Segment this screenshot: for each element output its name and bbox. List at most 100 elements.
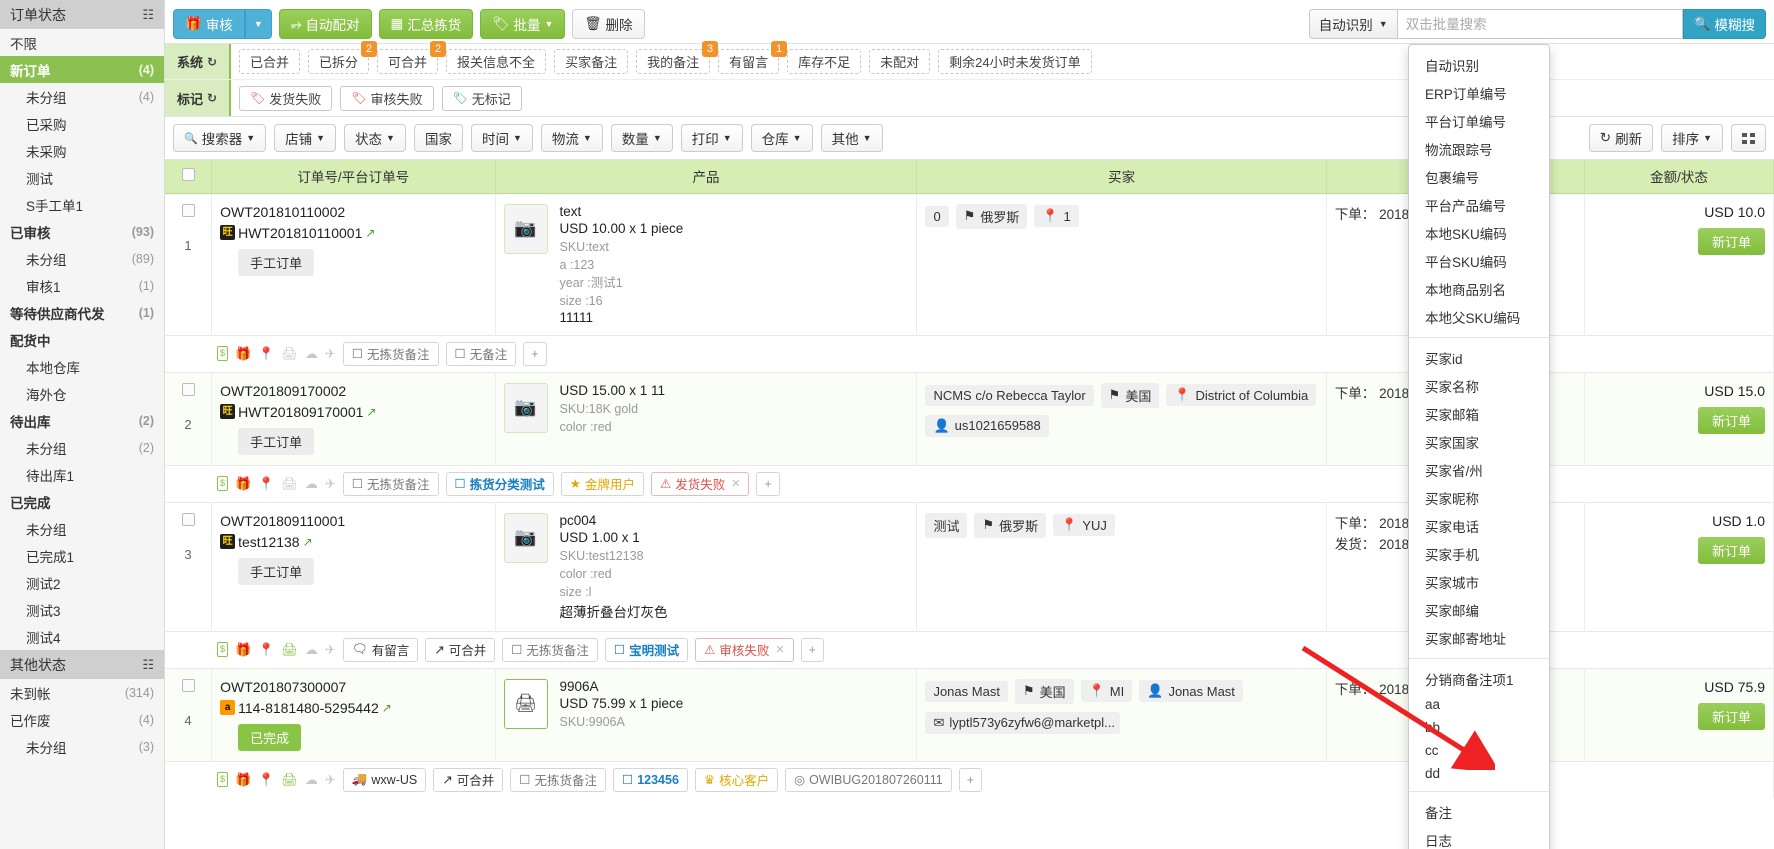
search-input[interactable] [1397,9,1683,39]
order-tag[interactable]: ☐ 无拣货备注 [510,767,606,792]
row-select-cell[interactable]: 1 [165,192,213,335]
grid-view-button[interactable] [1731,124,1766,152]
refresh-icon[interactable]: ↻ [207,91,217,105]
add-tag-button[interactable]: + [756,471,780,496]
status-badge[interactable]: 新订单 [1697,406,1765,434]
gift-icon[interactable]: 🎁 [235,476,251,492]
erp-order-no[interactable]: OWT201807300007 [220,679,486,695]
sort-button[interactable]: 排序 ▼ [1661,124,1723,152]
sitemap-icon[interactable]: ☷ [142,7,154,23]
header-select-all[interactable] [165,160,213,194]
delete-button[interactable]: 🗑 删除 [572,9,645,39]
search-mode-select[interactable]: 自动识别 ▼ [1308,9,1398,39]
dropdown-item[interactable]: cc [1409,739,1549,762]
sidebar-item[interactable]: S手工单1 [0,191,164,218]
dropdown-item[interactable]: 物流跟踪号 [1409,135,1549,163]
sidebar-item[interactable]: 已审核 (93) [0,218,164,245]
dropdown-item[interactable]: 自动识别 [1409,51,1549,79]
printer-icon[interactable]: 🖨 [281,346,298,362]
mark-filter-chip[interactable]: 🏷 审核失败 [340,85,434,111]
dropdown-item[interactable]: 买家国家 [1409,428,1549,456]
plane-icon[interactable]: ✈ [325,346,336,362]
plane-icon[interactable]: ✈ [325,642,336,658]
dropdown-item[interactable]: 买家手机 [1409,540,1549,568]
order-tag[interactable]: ★ 金牌用户 [560,471,645,496]
cloud-icon[interactable]: ☁ [305,772,318,788]
map-pin-icon[interactable]: 📍 [258,772,274,788]
order-tag[interactable]: ☐ 无备注 [445,341,517,366]
erp-order-no[interactable]: OWT201809170002 [220,383,486,399]
plane-icon[interactable]: ✈ [325,772,336,788]
order-tag[interactable]: ☐ 123456 [612,767,688,792]
order-tag[interactable]: 🗨 有留言 [342,637,419,662]
order-tag[interactable]: ☐ 宝明测试 [604,637,689,662]
order-tag[interactable]: ↗ 可合并 [433,767,504,792]
external-link-icon[interactable]: ↗ [366,405,376,419]
sidebar-item[interactable]: 未分组 (89) [0,245,164,272]
batch-button[interactable]: 🏷 批量 ▼ [480,9,566,39]
filter-button-10[interactable]: 其他 ▼ [820,124,883,152]
system-filter-chip[interactable]: 买家备注 [554,49,629,74]
product-thumbnail[interactable]: 📷 [503,382,548,433]
status-badge[interactable]: 新订单 [1697,702,1765,730]
dropdown-item[interactable]: 平台订单编号 [1409,107,1549,135]
dropdown-item[interactable]: 本地SKU编码 [1409,219,1549,247]
dropdown-item[interactable]: 买家邮箱 [1409,400,1549,428]
order-tag[interactable]: ☐ 拣货分类测试 [445,471,554,496]
sidebar-item[interactable]: 未到帐 (314) [0,679,164,706]
plane-icon[interactable]: ✈ [325,476,336,492]
order-tag[interactable]: ↗ 可合并 [425,637,496,662]
product-thumbnail[interactable]: 📷 [503,203,548,254]
money-icon[interactable]: $ [217,476,229,491]
sidebar-item[interactable]: 未分组 (3) [0,733,164,760]
product-thumbnail[interactable]: 🖨 [503,678,548,729]
mark-filter-chip[interactable]: 🏷 无标记 [441,85,522,111]
order-tag[interactable]: ☐ 无拣货备注 [342,341,439,366]
dropdown-item[interactable]: 买家名称 [1409,372,1549,400]
order-tag[interactable]: ◎ OWIBUG201807260111 [785,767,952,792]
platform-order-no[interactable]: HWT201810110001 [238,225,362,241]
sidebar-item[interactable]: 待出库 (2) [0,407,164,434]
filter-button-8[interactable]: 打印 ▼ [680,124,743,152]
dropdown-item[interactable]: 包裹编号 [1409,163,1549,191]
sidebar-item[interactable]: 已作废 (4) [0,706,164,733]
dropdown-item[interactable]: dd [1409,762,1549,785]
cloud-icon[interactable]: ☁ [305,346,318,362]
gift-icon[interactable]: 🎁 [235,772,251,788]
money-icon[interactable]: $ [217,346,229,361]
filter-button-4[interactable]: 国家 [413,124,463,152]
dropdown-item[interactable]: 买家省/州 [1409,456,1549,484]
platform-order-no[interactable]: test12138 [238,534,300,550]
sidebar-item[interactable]: 新订单 (4) [0,56,164,83]
order-tag[interactable]: ☐ 无拣货备注 [502,637,598,662]
dropdown-item[interactable]: 本地父SKU编码 [1409,303,1549,331]
dropdown-item[interactable]: 平台产品编号 [1409,191,1549,219]
add-tag-button[interactable]: + [958,767,983,792]
dropdown-item[interactable]: 本地商品别名 [1409,275,1549,303]
system-filter-chip[interactable]: 剩余24小时未发货订单 [938,49,1092,74]
dropdown-item[interactable]: 买家电话 [1409,512,1549,540]
dropdown-item[interactable]: 买家id [1409,344,1549,372]
sidebar-item[interactable]: 未采购 [0,137,164,164]
map-pin-icon[interactable]: 📍 [258,642,274,658]
dropdown-item[interactable]: ERP订单编号 [1409,79,1549,107]
external-link-icon[interactable]: ↗ [365,226,375,240]
system-filter-chip[interactable]: 我的备注 3 [636,41,719,74]
platform-order-no[interactable]: 114-8181480-5295442 [238,700,379,716]
order-tag[interactable]: ⚠ 审核失败 ✕ [695,637,794,662]
filter-button-6[interactable]: 物流 ▼ [540,124,603,152]
product-name[interactable]: 9906A [560,679,684,694]
sidebar-item[interactable]: 等待供应商代发 (1) [0,299,164,326]
printer-icon[interactable]: 🖨 [281,476,298,492]
sidebar-item[interactable]: 已完成1 [0,542,164,569]
close-icon[interactable]: ✕ [775,643,784,656]
sidebar-item[interactable]: 测试4 [0,623,164,650]
dropdown-item[interactable]: 平台SKU编码 [1409,247,1549,275]
sitemap-icon[interactable]: ☷ [142,657,154,673]
row-checkbox[interactable] [181,382,195,396]
filter-button-9[interactable]: 仓库 ▼ [750,124,813,152]
product-name[interactable]: pc004 [560,513,668,528]
add-tag-button[interactable]: + [523,341,547,366]
external-link-icon[interactable]: ↗ [303,535,313,549]
row-checkbox[interactable] [181,203,195,217]
